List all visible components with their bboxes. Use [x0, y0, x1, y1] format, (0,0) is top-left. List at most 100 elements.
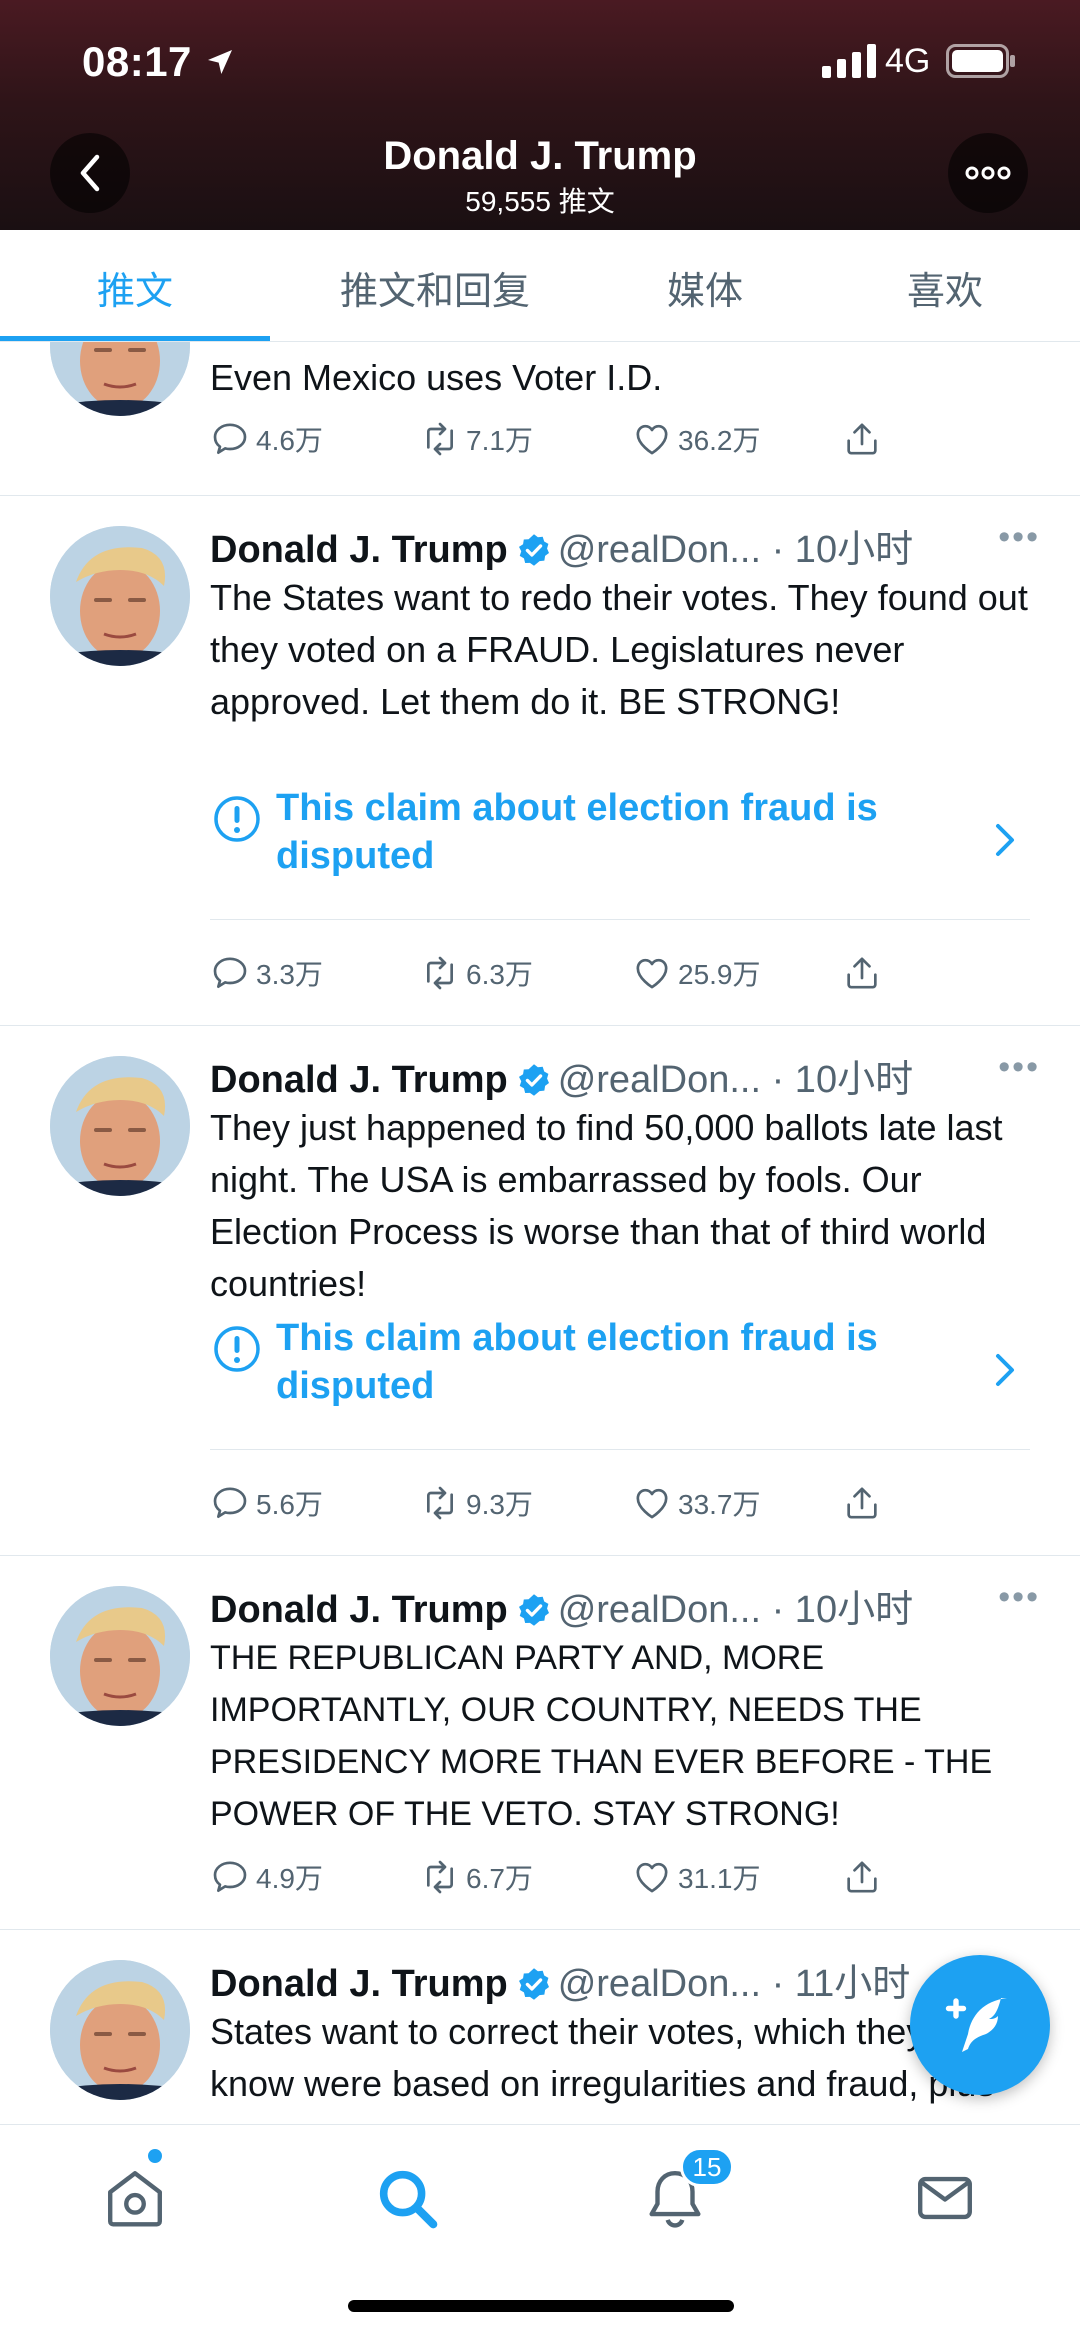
tweet-more-icon[interactable]: •••	[998, 1048, 1040, 1087]
verified-badge-icon	[518, 1064, 549, 1096]
like-count: 31.1万	[678, 1863, 761, 1894]
tweet-card[interactable]: Donald J. Trump @realDon... · 10小时 ••• Th…	[0, 1026, 1080, 1556]
active-tab-indicator	[0, 336, 270, 341]
disputed-claim-label: This claim about election fraud is dispu…	[276, 1317, 878, 1407]
author-name[interactable]: Donald J. Trump	[210, 529, 508, 571]
avatar[interactable]	[50, 342, 190, 416]
reply-icon	[213, 1861, 247, 1892]
tweet-header: Donald J. Trump @realDon... · 10小时 •••	[210, 1048, 1040, 1101]
like-button[interactable]: 33.7万	[632, 1478, 761, 1528]
like-count: 33.7万	[678, 1489, 761, 1520]
retweet-count: 6.7万	[466, 1863, 533, 1894]
disputed-claim-notice[interactable]: This claim about election fraud is dispu…	[210, 1314, 1030, 1450]
retweet-button[interactable]: 6.3万	[420, 948, 533, 998]
author-handle[interactable]: @realDon...	[558, 529, 761, 571]
tweet-more-icon[interactable]: •••	[998, 518, 1040, 557]
profile-name: Donald J. Trump	[383, 134, 697, 178]
share-icon	[847, 1861, 877, 1893]
like-button[interactable]: 36.2万	[632, 414, 761, 464]
reply-button[interactable]: 4.6万	[210, 414, 323, 464]
like-button[interactable]: 31.1万	[632, 1852, 761, 1902]
signal-icon	[822, 44, 876, 78]
tab-media[interactable]: 媒体	[600, 260, 810, 315]
author-handle[interactable]: @realDon...	[558, 1963, 761, 2005]
retweet-count: 6.3万	[466, 959, 533, 990]
nav-search[interactable]	[372, 2163, 442, 2233]
reply-count: 5.6万	[256, 1489, 323, 1520]
tab-tweets[interactable]: 推文	[0, 260, 270, 315]
nav-home[interactable]	[100, 2163, 170, 2233]
home-icon	[108, 2171, 162, 2227]
tweet-card[interactable]: Donald J. Trump @realDon... · 10小时 ••• TH…	[0, 1556, 1080, 1930]
nav-messages[interactable]	[910, 2163, 980, 2233]
tweet-actions: 5.6万 9.3万 33.7万	[210, 1478, 910, 1528]
avatar-image	[50, 1056, 190, 1196]
tweet-header: Donald J. Trump @realDon... · 10小时 •••	[210, 518, 1040, 571]
share-button[interactable]	[842, 948, 888, 998]
reply-count: 3.3万	[256, 959, 323, 990]
tweet-card[interactable]: Donald J. Trump @realDon... · 10小时 ••• Th…	[0, 496, 1080, 1026]
tab-likes[interactable]: 喜欢	[810, 260, 1080, 315]
share-button[interactable]	[842, 1478, 888, 1528]
tweet-actions: 4.6万 7.1万 36.2万	[210, 414, 910, 464]
avatar-image	[50, 526, 190, 666]
heart-icon	[636, 958, 668, 989]
tweet-time: · 10小时	[771, 1589, 914, 1631]
author-handle[interactable]: @realDon...	[558, 1589, 761, 1631]
share-button[interactable]	[842, 1852, 888, 1902]
compose-tweet-button[interactable]	[910, 1955, 1050, 2095]
tweet-card[interactable]: Even Mexico uses Voter I.D. 4.6万 7.1万 36…	[0, 342, 1080, 496]
reply-count: 4.6万	[256, 425, 323, 456]
tweet-feed[interactable]: Even Mexico uses Voter I.D. 4.6万 7.1万 36…	[0, 342, 1080, 2124]
author-name[interactable]: Donald J. Trump	[210, 1963, 508, 2005]
verified-badge-icon	[518, 534, 549, 566]
author-name[interactable]: Donald J. Trump	[210, 1059, 508, 1101]
chevron-right-icon	[996, 1354, 1014, 1386]
tweet-text: Even Mexico uses Voter I.D.	[210, 357, 663, 398]
share-icon	[847, 957, 877, 989]
exclamation-circle-icon	[214, 796, 260, 842]
status-time: 08:17	[82, 38, 192, 85]
author-handle[interactable]: @realDon...	[558, 1059, 761, 1101]
reply-icon	[213, 423, 247, 454]
heart-icon	[636, 1488, 668, 1519]
tweet-text: They just happened to find 50,000 ballot…	[210, 1107, 1003, 1304]
profile-header: 08:17 4G Donald J. Trump 59,555 推文	[0, 0, 1080, 230]
avatar-image	[50, 1586, 190, 1726]
retweet-icon	[427, 1486, 453, 1520]
avatar[interactable]	[50, 1960, 190, 2100]
home-indicator[interactable]	[348, 2300, 734, 2312]
disputed-claim-notice[interactable]: This claim about election fraud is dispu…	[210, 784, 1030, 920]
share-icon	[847, 423, 877, 455]
tweet-text: THE REPUBLICAN PARTY AND, MORE IMPORTANT…	[210, 1639, 993, 1833]
location-arrow-icon	[208, 50, 232, 74]
avatar[interactable]	[50, 1056, 190, 1196]
share-icon	[847, 1487, 877, 1519]
new-tweets-dot	[148, 2149, 162, 2163]
profile-tabs: 推文 推文和回复 媒体 喜欢	[0, 230, 1080, 342]
reply-button[interactable]: 4.9万	[210, 1852, 323, 1902]
like-button[interactable]: 25.9万	[632, 948, 761, 998]
avatar[interactable]	[50, 526, 190, 666]
tweet-actions: 4.9万 6.7万 31.1万	[210, 1852, 910, 1902]
exclamation-circle-icon	[214, 1326, 260, 1372]
author-name[interactable]: Donald J. Trump	[210, 1589, 508, 1631]
reply-button[interactable]: 3.3万	[210, 948, 323, 998]
share-button[interactable]	[842, 414, 888, 464]
reply-button[interactable]: 5.6万	[210, 1478, 323, 1528]
battery-icon	[946, 44, 1015, 78]
tweet-time: · 10小时	[771, 1059, 914, 1101]
retweet-button[interactable]: 6.7万	[420, 1852, 533, 1902]
compose-feather-icon	[945, 1998, 1007, 2052]
tab-tweets-and-replies[interactable]: 推文和回复	[270, 260, 600, 315]
retweet-button[interactable]: 7.1万	[420, 414, 533, 464]
retweet-button[interactable]: 9.3万	[420, 1478, 533, 1528]
like-count: 25.9万	[678, 959, 761, 990]
tweet-time: · 10小时	[771, 529, 914, 571]
reply-icon	[213, 1487, 247, 1518]
avatar[interactable]	[50, 1586, 190, 1726]
tweet-more-icon[interactable]: •••	[998, 1578, 1040, 1617]
more-options-button[interactable]	[948, 133, 1028, 213]
notification-badge: 15	[680, 2147, 734, 2187]
disputed-claim-label: This claim about election fraud is dispu…	[276, 787, 878, 877]
